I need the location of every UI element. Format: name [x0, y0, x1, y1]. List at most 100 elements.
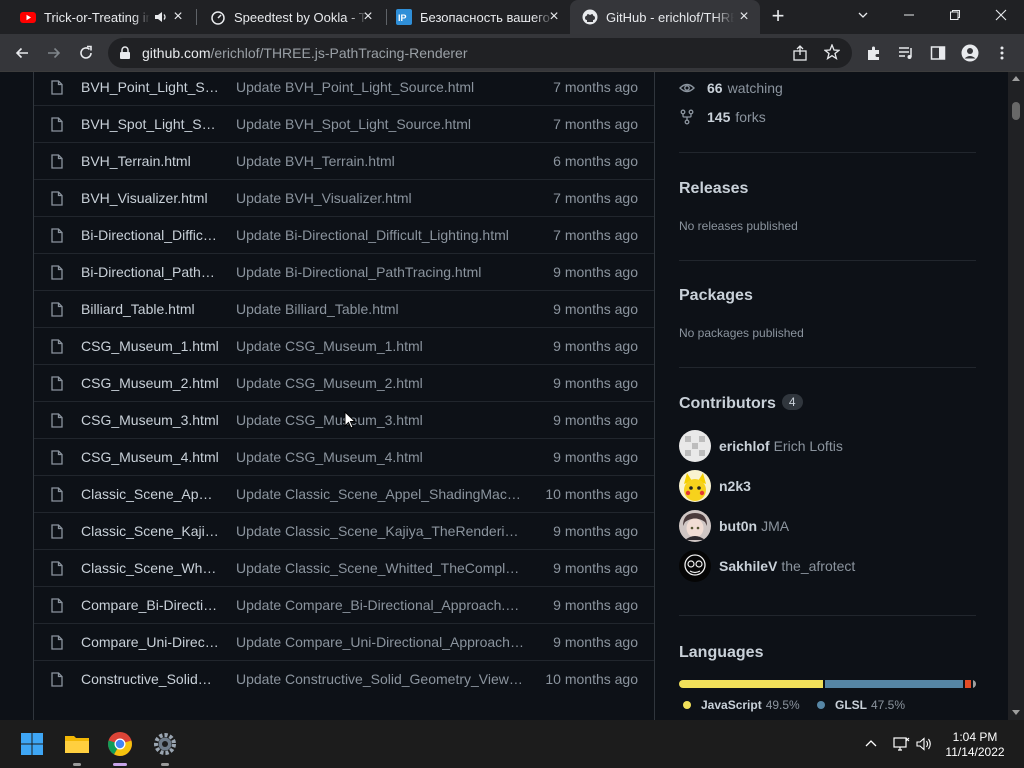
contributor-login: erichlof — [719, 438, 770, 454]
forward-button[interactable] — [42, 41, 66, 65]
file-row[interactable]: Billiard_Table.html Update Billiard_Table… — [34, 290, 654, 327]
windows-start-icon[interactable] — [16, 728, 48, 760]
contributor-item[interactable]: n2k3 — [679, 470, 755, 502]
file-row[interactable]: BVH_Visualizer.html Update BVH_Visualizer… — [34, 179, 654, 216]
bookmark-star-icon[interactable] — [823, 43, 841, 65]
file-name-link[interactable]: BVH_Point_Light_Source.html — [81, 79, 219, 95]
file-name-link[interactable]: CSG_Museum_4.html — [81, 449, 219, 465]
scroll-down-arrow[interactable] — [1012, 710, 1020, 715]
language-item[interactable]: GLSL 47.5% — [817, 698, 905, 712]
commit-message-link[interactable]: Update BVH_Terrain.html — [236, 153, 524, 169]
commit-message-link[interactable]: Update BVH_Point_Light_Source.html — [236, 79, 524, 95]
restore-button[interactable] — [932, 0, 978, 30]
commit-message-link[interactable]: Update Classic_Scene_Kajiya_TheRendering… — [236, 523, 524, 539]
file-row[interactable]: CSG_Museum_2.html Update CSG_Museum_2.htm… — [34, 364, 654, 401]
commit-message-link[interactable]: Update Bi-Directional_PathTracing.html — [236, 264, 524, 280]
file-row[interactable]: Compare_Uni-Directional_Approach.html Upd… — [34, 623, 654, 660]
contributor-item[interactable]: erichlof Erich Loftis — [679, 430, 843, 462]
scrollbar-thumb[interactable] — [1012, 102, 1020, 120]
file-name-link[interactable]: Constructive_Solid_Geometry_Viewer.html — [81, 671, 219, 687]
file-explorer-icon[interactable] — [61, 728, 93, 766]
file-row[interactable]: BVH_Spot_Light_Source.html Update BVH_Spo… — [34, 105, 654, 142]
commit-message-link[interactable]: Update Compare_Uni-Directional_Approach.… — [236, 634, 524, 650]
chrome-icon[interactable] — [104, 728, 136, 766]
profile-icon[interactable] — [958, 41, 982, 65]
packages-heading[interactable]: Packages — [679, 287, 753, 305]
commit-message-link[interactable]: Update CSG_Museum_1.html — [236, 338, 524, 354]
new-tab-button[interactable]: + — [766, 5, 790, 29]
forks-link[interactable]: 145 forks — [679, 109, 766, 125]
file-row[interactable]: Classic_Scene_Kajiya_TheRenderingEquatio… — [34, 512, 654, 549]
commit-message-link[interactable]: Update Classic_Scene_Appel_ShadingMachin… — [236, 486, 524, 502]
show-hidden-icons[interactable] — [864, 720, 878, 768]
close-tab-icon[interactable]: × — [360, 9, 376, 25]
minimize-button[interactable] — [886, 0, 932, 30]
page-scrollbar[interactable] — [1008, 72, 1024, 720]
close-tab-icon[interactable]: × — [546, 9, 562, 25]
tab-speedtest[interactable]: Speedtest by Ookla - Th × — [198, 0, 384, 34]
commit-message-link[interactable]: Update CSG_Museum_3.html — [236, 412, 524, 428]
commit-message-link[interactable]: Update Bi-Directional_Difficult_Lighting… — [236, 227, 524, 243]
file-name-link[interactable]: BVH_Visualizer.html — [81, 190, 219, 206]
file-row[interactable]: BVH_Terrain.html Update BVH_Terrain.html 6… — [34, 142, 654, 179]
media-queue-icon[interactable] — [894, 41, 918, 65]
file-row[interactable]: Bi-Directional_PathTracing.html Update Bi… — [34, 253, 654, 290]
commit-message-link[interactable]: Update Billiard_Table.html — [236, 301, 524, 317]
tab-security[interactable]: IP Безопасность вашего × — [384, 0, 570, 34]
tab-search-icon[interactable] — [840, 0, 886, 30]
contributor-item[interactable]: SakhileV the_afrotect — [679, 550, 855, 582]
contributors-heading[interactable]: Contributors 4 — [679, 394, 803, 413]
file-name-link[interactable]: Compare_Uni-Directional_Approach.html — [81, 634, 219, 650]
commit-message-link[interactable]: Update Constructive_Solid_Geometry_Viewe… — [236, 671, 524, 687]
file-row[interactable]: Constructive_Solid_Geometry_Viewer.html U… — [34, 660, 654, 697]
lock-icon[interactable] — [119, 46, 131, 65]
file-row[interactable]: Compare_Bi-Directional_Approach.html Upda… — [34, 586, 654, 623]
file-name-link[interactable]: Billiard_Table.html — [81, 301, 219, 317]
extensions-icon[interactable] — [862, 41, 886, 65]
address-bar[interactable]: github.com/erichlof/THREE.js-PathTracing… — [108, 38, 852, 68]
contributor-item[interactable]: but0n JMA — [679, 510, 789, 542]
language-item[interactable]: JavaScript 49.5% — [683, 698, 800, 712]
speaker-icon[interactable] — [154, 10, 168, 27]
file-name-link[interactable]: BVH_Spot_Light_Source.html — [81, 116, 219, 132]
file-name-link[interactable]: Compare_Bi-Directional_Approach.html — [81, 597, 219, 613]
file-name-link[interactable]: CSG_Museum_3.html — [81, 412, 219, 428]
file-row[interactable]: Classic_Scene_Appel_ShadingMachine.html U… — [34, 475, 654, 512]
file-name-link[interactable]: Bi-Directional_PathTracing.html — [81, 264, 219, 280]
chrome-menu-icon[interactable] — [990, 41, 1014, 65]
file-row[interactable]: Bi-Directional_Difficult_Lighting.html Up… — [34, 216, 654, 253]
file-row[interactable]: Classic_Scene_Whitted_TheCompleatAngler.… — [34, 549, 654, 586]
close-window-button[interactable] — [978, 0, 1024, 30]
file-name-link[interactable]: Bi-Directional_Difficult_Lighting.html — [81, 227, 219, 243]
commit-message-link[interactable]: Update CSG_Museum_4.html — [236, 449, 524, 465]
close-tab-icon[interactable]: × — [736, 9, 752, 25]
commit-message-link[interactable]: Update BVH_Visualizer.html — [236, 190, 524, 206]
file-row[interactable]: CSG_Museum_1.html Update CSG_Museum_1.htm… — [34, 327, 654, 364]
volume-icon[interactable] — [916, 720, 934, 768]
file-name-link[interactable]: CSG_Museum_2.html — [81, 375, 219, 391]
file-row[interactable]: BVH_Point_Light_Source.html Update BVH_Po… — [34, 72, 654, 105]
file-name-link[interactable]: Classic_Scene_Appel_ShadingMachine.html — [81, 486, 219, 502]
tab-github[interactable]: GitHub - erichlof/THRE × — [570, 0, 760, 34]
side-panel-icon[interactable] — [926, 41, 950, 65]
system-clock[interactable]: 1:04 PM 11/14/2022 — [940, 730, 1010, 760]
commit-message-link[interactable]: Update Compare_Bi-Directional_Approach.h… — [236, 597, 524, 613]
tab-youtube[interactable]: Trick-or-Treating in × — [8, 0, 194, 34]
file-name-link[interactable]: Classic_Scene_Whitted_TheCompleatAngler.… — [81, 560, 219, 576]
file-row[interactable]: CSG_Museum_4.html Update CSG_Museum_4.htm… — [34, 438, 654, 475]
network-icon[interactable] — [892, 720, 910, 768]
file-name-link[interactable]: BVH_Terrain.html — [81, 153, 219, 169]
commit-message-link[interactable]: Update Classic_Scene_Whitted_TheCompleat… — [236, 560, 524, 576]
file-name-link[interactable]: Classic_Scene_Kajiya_TheRenderingEquatio… — [81, 523, 219, 539]
reload-button[interactable] — [74, 41, 98, 65]
commit-message-link[interactable]: Update CSG_Museum_2.html — [236, 375, 524, 391]
share-icon[interactable] — [792, 45, 808, 66]
scroll-up-arrow[interactable] — [1012, 76, 1020, 81]
settings-icon[interactable] — [149, 728, 181, 766]
releases-heading[interactable]: Releases — [679, 180, 748, 198]
watchers-link[interactable]: 66 watching — [679, 80, 783, 96]
back-button[interactable] — [10, 41, 34, 65]
close-tab-icon[interactable]: × — [170, 9, 186, 25]
file-name-link[interactable]: CSG_Museum_1.html — [81, 338, 219, 354]
commit-message-link[interactable]: Update BVH_Spot_Light_Source.html — [236, 116, 524, 132]
